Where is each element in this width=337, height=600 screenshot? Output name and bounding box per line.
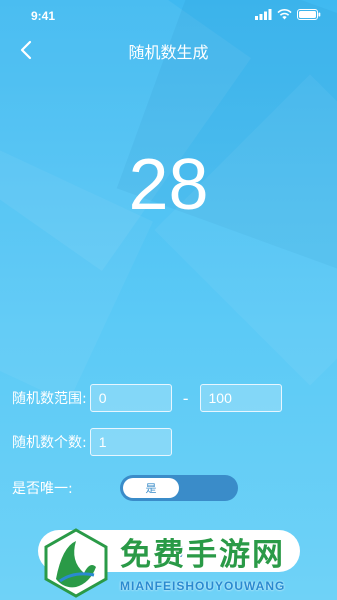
wifi-icon xyxy=(277,9,292,20)
range-separator: - xyxy=(182,388,189,408)
count-label: 随机数个数: xyxy=(12,435,87,451)
signal-icon xyxy=(255,9,272,20)
range-min-input[interactable]: 0 xyxy=(89,384,172,412)
range-max-input[interactable]: 100 xyxy=(199,384,282,412)
status-bar: 9:41 xyxy=(0,0,337,28)
watermark-text: 免费手游网 xyxy=(120,537,285,573)
background xyxy=(0,0,337,600)
status-time: 9:41 xyxy=(31,9,56,23)
watermark-subtext: MIANFEISHOUYOUWANG xyxy=(120,579,286,593)
watermark: 免费手游网 MIANFEISHOUYOUWANG xyxy=(38,525,337,600)
unique-toggle-knob: 是 xyxy=(123,478,179,498)
range-label: 随机数范围: xyxy=(12,391,87,407)
random-result: 28 xyxy=(128,145,209,225)
page-title: 随机数生成 xyxy=(128,43,209,62)
status-icons xyxy=(255,9,321,20)
count-input[interactable]: 1 xyxy=(89,428,172,456)
range-row: 随机数范围: 0 - 100 xyxy=(12,383,282,413)
count-row: 随机数个数: 1 xyxy=(12,427,172,457)
watermark-logo-icon xyxy=(44,528,108,598)
unique-row: 是否唯一: xyxy=(12,473,73,503)
battery-icon xyxy=(297,9,321,20)
nav-bar: 随机数生成 xyxy=(0,28,337,72)
unique-toggle[interactable]: 是 xyxy=(120,475,238,501)
unique-label: 是否唯一: xyxy=(12,481,73,497)
